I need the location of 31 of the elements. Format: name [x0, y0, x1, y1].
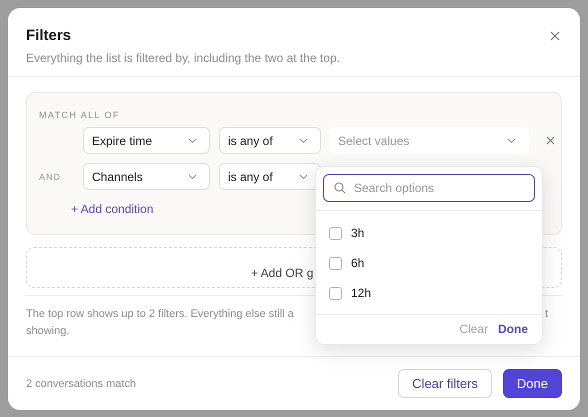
help-text: showing.	[26, 325, 70, 337]
dropdown-select[interactable]: Channels	[83, 163, 210, 190]
dropdown-select[interactable]: is any of	[219, 127, 321, 154]
search-field[interactable]: Search options	[323, 174, 535, 202]
conjunction-label: AND	[39, 172, 62, 182]
group-label: MATCH ALL OF	[39, 110, 120, 120]
help-text: The top row shows up to 2 filters. Everything else still a	[26, 307, 294, 322]
checkbox[interactable]	[329, 256, 342, 270]
match-count: 2 conversations match	[26, 378, 136, 390]
chevron-down-icon	[299, 138, 308, 144]
option-label[interactable]: 6h	[351, 256, 364, 270]
help-text: t	[544, 307, 548, 322]
search-field[interactable]: Search options	[354, 181, 514, 195]
clear-filters-button[interactable]: Clear filters	[398, 369, 492, 398]
chevron-down-icon	[299, 174, 308, 180]
chevron-down-icon	[188, 138, 197, 144]
checkbox[interactable]	[329, 226, 342, 240]
search-icon	[334, 182, 346, 194]
dropdown-select[interactable]: Expire time	[83, 127, 210, 154]
dialog-subtitle: Everything the list is filtered by, including the two at the top.	[26, 50, 340, 66]
option-label[interactable]: 3h	[351, 226, 364, 240]
dropdown-select[interactable]: is any of	[219, 163, 321, 190]
option-label[interactable]: 12h	[351, 286, 372, 300]
chevron-down-icon	[188, 174, 197, 180]
chevron-down-icon	[507, 138, 516, 144]
done-button[interactable]: Done	[502, 369, 562, 398]
checkbox[interactable]	[329, 286, 342, 300]
add-condition-link[interactable]: + Add condition	[71, 202, 154, 216]
dialog-title: Filters	[26, 27, 72, 45]
close-icon[interactable]	[548, 29, 562, 43]
done-link[interactable]: Done	[498, 322, 528, 336]
